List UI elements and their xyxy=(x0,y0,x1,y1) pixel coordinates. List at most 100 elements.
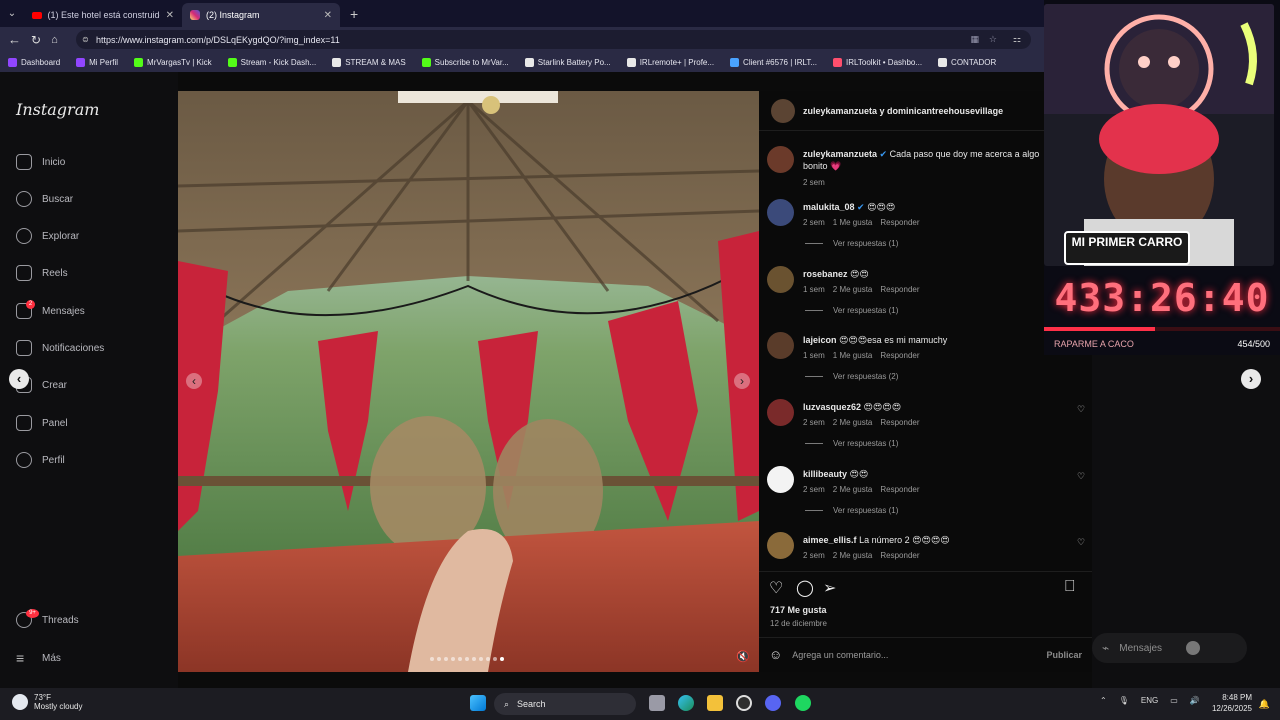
bookmark-item[interactable]: Client #6576 | IRLT... xyxy=(730,57,817,67)
reply-button[interactable]: Responder xyxy=(880,351,919,360)
comment-likes[interactable]: 2 Me gusta xyxy=(833,285,873,294)
comment-likes[interactable]: 2 Me gusta xyxy=(833,485,873,494)
sidebar-item-inicio[interactable]: Inicio xyxy=(16,154,65,170)
view-replies-button[interactable]: Ver respuestas (2) xyxy=(805,372,898,381)
bookmark-item[interactable]: IRLremote+ | Profe... xyxy=(626,57,714,67)
edge-icon[interactable] xyxy=(678,695,694,711)
carousel-prev-button[interactable]: ‹ xyxy=(186,373,202,389)
reader-mode-icon[interactable]: ▦ xyxy=(970,34,979,45)
sidebar-item-reels[interactable]: Reels xyxy=(16,265,68,281)
sidebar-item-notificaciones[interactable]: Notificaciones xyxy=(16,340,104,356)
sidebar-item-buscar[interactable]: Buscar xyxy=(16,191,73,207)
publish-button[interactable]: Publicar xyxy=(1046,650,1082,660)
bookmark-item[interactable]: STREAM & MAS xyxy=(332,57,406,67)
avatar[interactable] xyxy=(767,199,794,226)
microphone-icon[interactable]: 🎙 xyxy=(1119,696,1129,705)
avatar[interactable] xyxy=(767,332,794,359)
sidebar-item-perfil[interactable]: Perfil xyxy=(16,452,65,468)
comment-like-heart-icon[interactable]: ♡ xyxy=(1077,404,1085,415)
bookmark-item[interactable]: Dashboard xyxy=(8,57,60,67)
avatar[interactable] xyxy=(767,466,794,493)
comment-likes[interactable]: 1 Me gusta xyxy=(833,218,873,227)
avatar[interactable] xyxy=(767,146,794,173)
comment-likes[interactable]: 1 Me gusta xyxy=(833,351,873,360)
clock[interactable]: 8:48 PM 12/26/2025 xyxy=(1212,692,1252,714)
reply-button[interactable]: Responder xyxy=(880,218,919,227)
like-heart-icon[interactable]: ♡ xyxy=(769,578,783,598)
post-media-image[interactable]: ‹ › xyxy=(178,91,759,672)
view-replies-button[interactable]: Ver respuestas (1) xyxy=(805,439,898,448)
comment-user[interactable]: killibeauty xyxy=(803,469,847,479)
save-bookmark-icon[interactable]: ⎕ xyxy=(1065,578,1075,596)
emoji-icon[interactable]: ☺ xyxy=(769,647,782,662)
bookmark-item[interactable]: CONTADOR xyxy=(938,57,996,67)
view-replies-button[interactable]: Ver respuestas (1) xyxy=(805,239,898,248)
reply-button[interactable]: Responder xyxy=(880,285,919,294)
file-explorer-icon[interactable] xyxy=(707,695,723,711)
messages-pill[interactable]: ⌁ Mensajes xyxy=(1092,633,1247,663)
comment-likes[interactable]: 2 Me gusta xyxy=(833,551,873,560)
caption-user[interactable]: zuleykamanzueta xyxy=(803,149,877,159)
bookmark-item[interactable]: IRLToolkit • Dashbo... xyxy=(833,57,922,67)
avatar[interactable] xyxy=(771,98,795,123)
url-field[interactable]: ⊜ https://www.instagram.com/p/DSLqEKygdQ… xyxy=(76,30,1031,49)
collections-icon[interactable]: ⚏ xyxy=(1013,34,1021,45)
sidebar-item-threads[interactable]: 9+ Threads xyxy=(16,609,79,628)
sidebar-item-explorar[interactable]: Explorar xyxy=(16,228,79,244)
tab-youtube[interactable]: (1) Este hotel está construido sob ✕ xyxy=(24,3,182,27)
bookmark-item[interactable]: Starlink Battery Po... xyxy=(524,57,611,67)
spotify-icon[interactable] xyxy=(795,695,811,711)
comment-likes[interactable]: 2 Me gusta xyxy=(833,418,873,427)
refresh-icon[interactable]: ↻ xyxy=(31,33,41,47)
comment-input[interactable]: Agrega un comentario... xyxy=(792,650,888,660)
sidebar-item-mensajes[interactable]: 2 Mensajes xyxy=(16,300,85,319)
reply-button[interactable]: Responder xyxy=(880,485,919,494)
bookmark-item[interactable]: Stream - Kick Dash... xyxy=(227,57,316,67)
comment-user[interactable]: rosebanez xyxy=(803,269,848,279)
home-icon[interactable]: ⌂ xyxy=(51,34,58,46)
network-icon[interactable]: ▭ xyxy=(1170,696,1178,705)
comment-user[interactable]: luzvasquez62 xyxy=(803,402,861,412)
back-icon[interactable]: ← xyxy=(8,32,21,47)
comment-user[interactable]: malukita_08 xyxy=(803,202,855,212)
favorite-star-icon[interactable]: ☆ xyxy=(989,34,997,45)
tab-list-dropdown-icon[interactable]: ⌄ xyxy=(0,8,24,19)
reply-button[interactable]: Responder xyxy=(880,551,919,560)
mute-icon[interactable]: 🔇 xyxy=(736,650,750,663)
obs-icon[interactable] xyxy=(736,695,752,711)
comment-icon[interactable]: ◯ xyxy=(796,578,814,598)
carousel-next-button[interactable]: › xyxy=(734,373,750,389)
view-replies-button[interactable]: Ver respuestas (1) xyxy=(805,306,898,315)
avatar[interactable] xyxy=(767,266,794,293)
weather-widget[interactable]: 73°F Mostly cloudy xyxy=(12,693,82,711)
bookmark-item[interactable]: MrVargasTv | Kick xyxy=(134,57,212,67)
chevron-up-icon[interactable]: ⌃ xyxy=(1100,696,1107,705)
site-info-icon[interactable]: ⊜ xyxy=(82,35,89,44)
discord-icon[interactable] xyxy=(765,695,781,711)
avatar[interactable] xyxy=(767,532,794,559)
new-tab-button[interactable]: + xyxy=(350,6,358,22)
volume-icon[interactable]: 🔊 xyxy=(1190,696,1200,705)
notification-bell-icon[interactable]: 🔔 xyxy=(1259,699,1270,710)
task-view-icon[interactable] xyxy=(649,695,665,711)
tab-instagram[interactable]: (2) Instagram ✕ xyxy=(182,3,340,27)
bookmark-item[interactable]: Subscribe to MrVar... xyxy=(421,57,509,67)
start-windows-icon[interactable] xyxy=(470,695,486,711)
share-icon[interactable]: ➢ xyxy=(823,578,836,598)
next-post-button[interactable]: › xyxy=(1241,369,1261,389)
taskbar-search[interactable]: ⌕ Search xyxy=(494,693,636,715)
comment-user[interactable]: aimee_ellis.f xyxy=(803,535,857,545)
tab-close-icon[interactable]: ✕ xyxy=(166,10,174,21)
likes-count[interactable]: 717 Me gusta xyxy=(770,605,827,615)
sidebar-item-more[interactable]: ≡ Más xyxy=(16,650,61,666)
comment-user[interactable]: lajeicon xyxy=(803,335,837,345)
post-author[interactable]: zuleykamanzueta y dominicantreehousevill… xyxy=(803,106,1003,116)
comment-like-heart-icon[interactable]: ♡ xyxy=(1077,471,1085,482)
avatar[interactable] xyxy=(767,399,794,426)
previous-post-button[interactable]: ‹ xyxy=(9,369,29,389)
instagram-logo[interactable]: Instagram xyxy=(16,100,99,119)
view-replies-button[interactable]: Ver respuestas (1) xyxy=(805,506,898,515)
reply-button[interactable]: Responder xyxy=(880,418,919,427)
tab-close-icon[interactable]: ✕ xyxy=(324,10,332,21)
bookmark-item[interactable]: Mi Perfil xyxy=(76,57,118,67)
